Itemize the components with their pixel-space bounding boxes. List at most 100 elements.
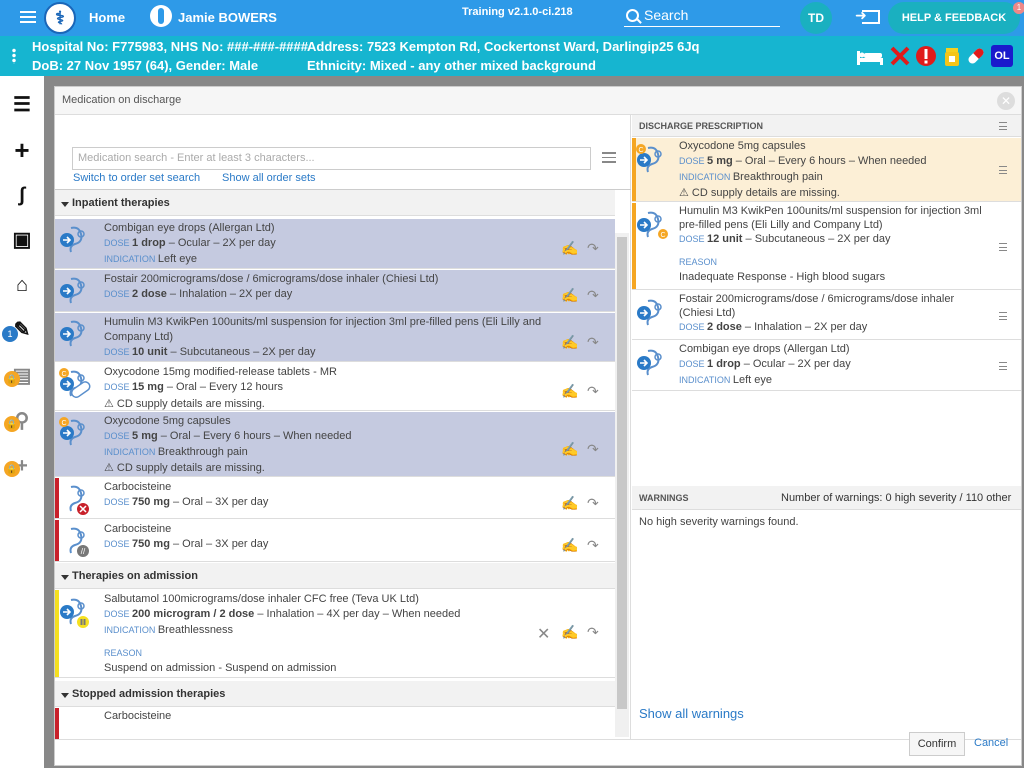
indication-value: Left eye xyxy=(732,374,772,386)
indication-label: INDICATION xyxy=(104,447,158,457)
show-all-warnings-link[interactable]: Show all warnings xyxy=(639,706,744,721)
discharge-medication-modal: Medication on discharge ✕ Medication sea… xyxy=(54,86,1022,766)
scrollbar-thumb[interactable] xyxy=(617,237,627,709)
menu-icon[interactable] xyxy=(20,11,36,23)
prescribe-icon[interactable]: ✍ xyxy=(561,441,581,457)
patient-ethnicity: Ethnicity: Mixed - any other mixed backg… xyxy=(307,58,596,73)
therapy-row[interactable]: Carbocisteine DOSE 750 mg – Oral – 3X per… xyxy=(55,478,615,519)
therapy-row[interactable]: Humulin M3 KwikPen 100units/ml suspensio… xyxy=(55,313,615,362)
prescribe-icon[interactable]: ✍ xyxy=(561,287,581,303)
list-icon[interactable]: ☰ xyxy=(9,93,35,117)
svg-text:C: C xyxy=(61,371,66,378)
medication-bottle-icon[interactable] xyxy=(941,45,963,67)
add-icon[interactable]: + xyxy=(9,137,35,163)
dose-details: – Oral – Every 6 hours – When needed xyxy=(732,155,927,167)
section-stopped[interactable]: Stopped admission therapies xyxy=(55,681,615,707)
row-menu-icon[interactable] xyxy=(999,312,1007,320)
confirm-button[interactable]: Confirm xyxy=(909,732,965,756)
discharge-row[interactable]: Combigan eye drops (Allergan Ltd) DOSE 1 … xyxy=(632,341,1021,391)
row-menu-icon[interactable] xyxy=(999,362,1007,370)
medication-icon xyxy=(637,299,662,326)
row-menu-icon[interactable] xyxy=(999,243,1007,251)
dose-line: DOSE 12 unit – Subcutaneous – 2X per day xyxy=(679,233,890,245)
therapy-row[interactable]: Salbutamol 100micrograms/dose inhaler CF… xyxy=(55,590,615,678)
home-link[interactable]: Home xyxy=(89,10,125,25)
continue-icon[interactable]: ↷ xyxy=(587,287,607,303)
prescribe-icon[interactable]: ✍ xyxy=(561,495,581,511)
pill-icon[interactable] xyxy=(965,45,987,67)
cross-alert-icon[interactable] xyxy=(889,45,911,67)
continue-icon[interactable]: ↷ xyxy=(587,537,607,553)
patient-name[interactable]: Jamie BOWERS xyxy=(178,10,277,25)
modal-header: Medication on discharge ✕ xyxy=(55,87,1021,115)
medication-search-input[interactable]: Medication search - Enter at least 3 cha… xyxy=(72,147,591,170)
therapy-row[interactable]: // Carbocisteine DOSE 750 mg – Oral – 3X p… xyxy=(55,520,615,562)
prescribe-icon[interactable]: ✍ xyxy=(561,334,581,350)
order-set-search-link[interactable]: Switch to order set search xyxy=(73,172,200,184)
section-inpatient[interactable]: Inpatient therapies xyxy=(55,190,615,216)
logout-icon[interactable] xyxy=(855,7,880,24)
therapy-row[interactable]: Fostair 200micrograms/dose / 6micrograms… xyxy=(55,270,615,312)
help-feedback-button[interactable]: HELP & FEEDBACK xyxy=(888,2,1020,34)
dose-value: 10 unit xyxy=(132,346,168,358)
ol-badge[interactable]: OL xyxy=(991,45,1013,67)
dose-value: 1 drop xyxy=(707,358,741,370)
medication-name: Humulin M3 KwikPen 100units/ml suspensio… xyxy=(104,316,542,328)
row-menu-icon[interactable] xyxy=(999,166,1007,174)
therapy-row[interactable]: Carbocisteine xyxy=(55,708,615,739)
medication-name: Carbocisteine xyxy=(104,710,172,722)
allergy-alert-icon[interactable] xyxy=(915,45,937,67)
medication-icon: // xyxy=(69,527,89,557)
prescribe-icon[interactable]: ✍ xyxy=(561,383,581,399)
status-bar xyxy=(55,708,59,739)
stop-icon[interactable]: ✕ xyxy=(537,624,557,643)
app-logo[interactable]: ⚕ xyxy=(44,2,76,34)
dose-line: DOSE 1 drop – Ocular – 2X per day xyxy=(104,237,276,249)
medication-icon xyxy=(60,277,85,304)
therapy-row[interactable]: Combigan eye drops (Allergan Ltd) DOSE 1 … xyxy=(55,219,615,269)
discharge-row[interactable]: C Oxycodone 5mg capsules DOSE 5 mg – Oral … xyxy=(632,138,1021,202)
continue-icon[interactable]: ↷ xyxy=(587,495,607,511)
menu-icon[interactable] xyxy=(999,122,1007,130)
dose-value: 5 mg xyxy=(132,430,158,442)
more-options-icon[interactable] xyxy=(12,48,16,64)
section-admission[interactable]: Therapies on admission xyxy=(55,563,615,589)
camera-icon[interactable]: ▣ xyxy=(9,228,35,252)
user-avatar[interactable]: TD xyxy=(800,2,832,34)
search-button[interactable]: Search xyxy=(624,5,780,27)
medication-icon: C xyxy=(636,144,662,173)
show-all-order-sets-link[interactable]: Show all order sets xyxy=(222,172,316,184)
dose-value: 2 dose xyxy=(707,321,742,333)
continue-icon[interactable]: ↷ xyxy=(587,240,607,256)
continue-icon[interactable]: ↷ xyxy=(587,334,607,350)
warnings-summary: Number of warnings: 0 high severity / 11… xyxy=(781,492,1012,504)
patient-address: Address: 7523 Kempton Rd, Cockertonst Wa… xyxy=(307,39,700,54)
continue-icon[interactable]: ↷ xyxy=(587,624,607,640)
discharge-row[interactable]: Fostair 200micrograms/dose / 6micrograms… xyxy=(632,291,1021,340)
continue-icon[interactable]: ↷ xyxy=(587,383,607,399)
bed-icon[interactable] xyxy=(856,45,884,67)
dose-line: DOSE 5 mg – Oral – Every 6 hours – When … xyxy=(104,430,352,442)
indication-value: Breakthrough pain xyxy=(157,446,248,458)
therapy-row[interactable]: C Oxycodone 5mg capsules DOSE 5 mg – Oral … xyxy=(55,412,615,477)
left-sidebar: ☰ + ∫ ▣ ⌂ ✎ 1 ▤ 🔒 ⚲ 🔒 + 🔒 xyxy=(0,76,44,768)
medication-icon xyxy=(60,320,85,347)
svg-text://: // xyxy=(81,547,86,556)
medication-name: Oxycodone 15mg modified-release tablets … xyxy=(104,366,337,378)
dob-gender: DoB: 27 Nov 1957 (64), Gender: Male xyxy=(32,58,259,73)
therapy-row[interactable]: C Oxycodone 15mg modified-release tablets… xyxy=(55,363,615,411)
cancel-button[interactable]: Cancel xyxy=(974,737,1008,749)
prescribe-icon[interactable]: ✍ xyxy=(561,537,581,553)
lock-icon: 🔒 xyxy=(4,461,20,477)
dose-label: DOSE xyxy=(104,238,133,248)
continue-icon[interactable]: ↷ xyxy=(587,441,607,457)
close-icon[interactable]: ✕ xyxy=(997,92,1015,110)
prescribe-icon[interactable]: ✍ xyxy=(561,240,581,256)
prescribe-icon[interactable]: ✍ xyxy=(561,624,581,640)
patient-banner: Hospital No: F775983, NHS No: ###-###-##… xyxy=(0,36,1024,76)
home-icon[interactable]: ⌂ xyxy=(9,273,35,297)
discharge-row[interactable]: C Humulin M3 KwikPen 100units/ml suspensi… xyxy=(632,203,1021,290)
list-options-icon[interactable] xyxy=(602,152,616,163)
dose-line: DOSE 10 unit – Subcutaneous – 2X per day xyxy=(104,346,315,358)
stethoscope-icon[interactable]: ∫ xyxy=(9,183,35,207)
